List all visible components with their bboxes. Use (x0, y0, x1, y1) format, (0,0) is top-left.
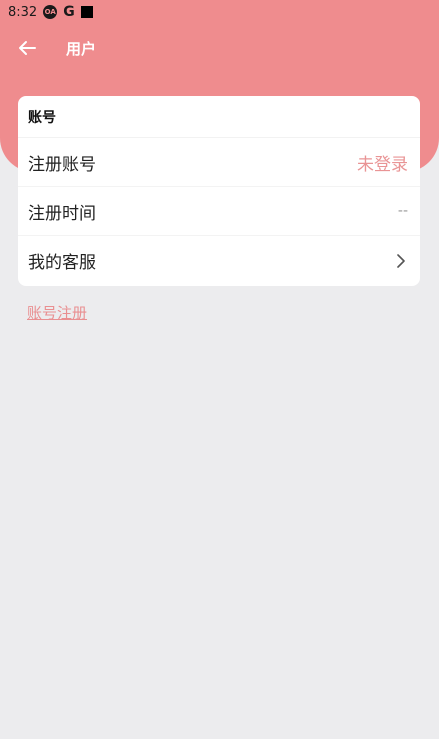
row-customer-service[interactable]: 我的客服 (18, 236, 420, 285)
row-register-account[interactable]: 注册账号 未登录 (18, 138, 420, 187)
card-header: 账号 (18, 96, 420, 138)
register-time-value: -- (397, 203, 408, 219)
register-link[interactable]: 账号注册 (27, 302, 87, 323)
row-register-time: 注册时间 -- (18, 187, 420, 236)
chevron-right-icon (396, 252, 408, 270)
back-button[interactable] (14, 34, 40, 62)
page-title: 用户 (66, 40, 97, 58)
login-status: 未登录 (357, 154, 408, 175)
user-screen: 8:32 OA G 用户 账号 注册账号 未登录 注册时间 -- 我的客服 账号… (0, 0, 439, 739)
row-label: 我的客服 (28, 253, 96, 273)
google-icon: G (63, 4, 75, 20)
status-bar: 8:32 OA G (0, 0, 439, 24)
nav-bar: 用户 (0, 30, 439, 66)
cloud-badge-icon: OA (43, 5, 58, 19)
account-card: 账号 注册账号 未登录 注册时间 -- 我的客服 (18, 96, 420, 286)
row-label: 注册账号 (28, 154, 96, 175)
square-icon (80, 6, 93, 18)
row-label: 注册时间 (28, 203, 96, 224)
status-time: 8:32 (8, 4, 38, 20)
arrow-left-icon (19, 41, 36, 55)
